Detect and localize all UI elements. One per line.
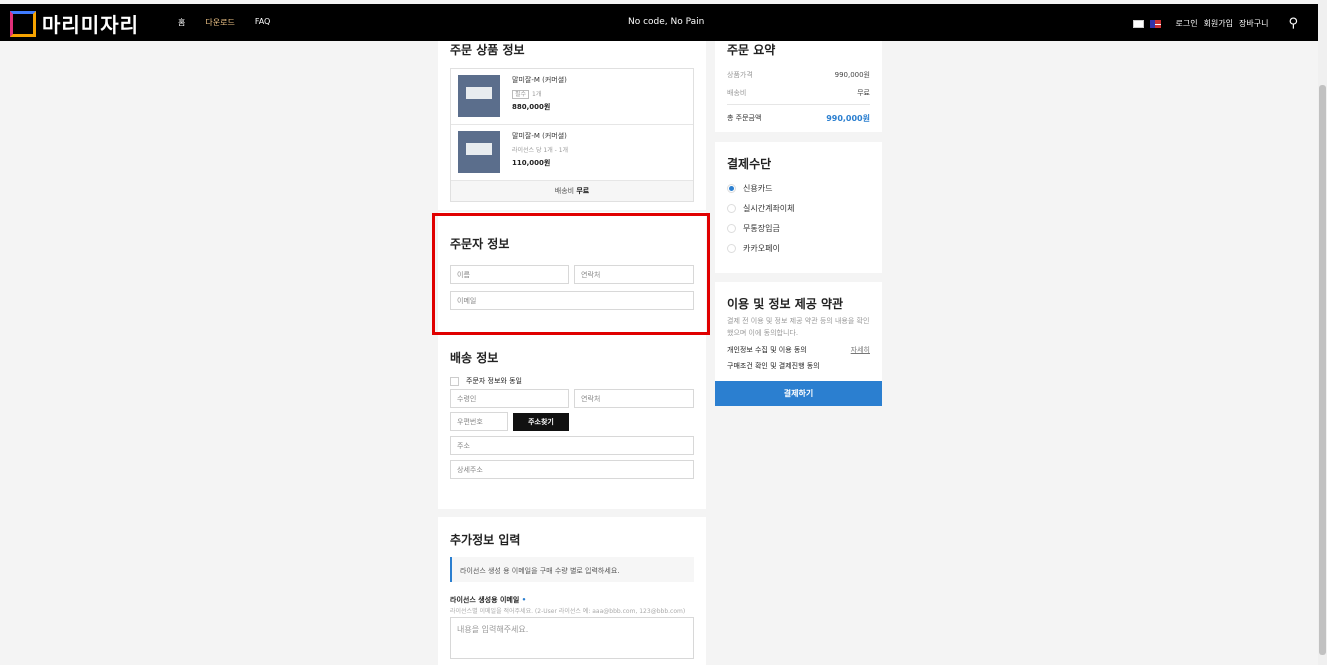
payment-option-card[interactable]: 신용카드	[727, 183, 870, 194]
product-thumbnail	[458, 131, 500, 173]
address-input[interactable]: 주소	[450, 436, 694, 455]
zipcode-input[interactable]: 우편번호	[450, 412, 508, 431]
terms-desc: 결제 전 이용 및 정보 제공 약관 등의 내용을 확인 했으며 이에 동의합니…	[727, 317, 870, 337]
shipping-label: 배송비	[554, 187, 575, 195]
terms-detail-link[interactable]: 자세히	[851, 345, 870, 355]
us-flag-icon[interactable]	[1150, 19, 1162, 28]
product-item: 말미잘-M (커머셜) 필수 1개 880,000원	[451, 69, 693, 125]
slogan: No code, No Pain	[628, 17, 705, 27]
price-value: 990,000원	[834, 71, 870, 79]
option-label: 무통장입금	[743, 224, 780, 233]
payment-option-transfer[interactable]: 실시간계좌이체	[727, 203, 870, 214]
order-products-card: 주문 상품 정보 말미잘-M (커머셜) 필수 1개 880,000원 말미잘-M (…	[438, 41, 706, 210]
recipient-input[interactable]: 수령인	[450, 389, 569, 408]
product-price: 880,000원	[512, 103, 551, 111]
terms-item: 구매조건 확인 및 결제진행 동의	[727, 362, 820, 370]
section-title: 이용 및 정보 제공 약관	[727, 297, 844, 311]
terms-card: 이용 및 정보 제공 약관 결제 전 이용 및 정보 제공 약관 등의 내용을 …	[715, 282, 882, 381]
required-mark: •	[521, 596, 527, 604]
product-qty: 1개	[532, 91, 542, 98]
radio[interactable]	[727, 204, 736, 213]
radio[interactable]	[727, 224, 736, 233]
license-email-textarea[interactable]: 내용을 입력해주세요.	[450, 617, 694, 659]
radio-selected[interactable]	[727, 184, 736, 193]
korea-flag-icon[interactable]	[1133, 19, 1145, 28]
required-tag: 필수	[512, 90, 530, 99]
pay-button[interactable]: 결제하기	[715, 381, 882, 406]
payment-option-kakaopay[interactable]: 카카오페이	[727, 243, 870, 254]
notice-box: 라이선스 생성 용 이메일을 구매 수량 별로 입력하세요.	[450, 557, 694, 582]
phone-input[interactable]: 연락처	[574, 265, 694, 284]
product-name: 말미잘-M (커머셜)	[512, 132, 567, 140]
top-nav: 마리미자리 홈 다운로드 FAQ No code, No Pain 로그인 회원…	[0, 4, 1318, 41]
product-thumbnail	[458, 75, 500, 117]
section-title: 추가정보 입력	[450, 533, 521, 547]
field-help: 라이선스별 이메일을 적어주세요. (2-User 라이선스 예: aaa@bb…	[450, 608, 686, 615]
ship-value: 무료	[857, 89, 870, 97]
field-label: 라이선스 생성용 이메일 •	[450, 595, 526, 605]
option-label: 카카오페이	[743, 244, 780, 253]
shipping-value: 무료	[576, 187, 590, 195]
payment-option-deposit[interactable]: 무통장입금	[727, 223, 870, 234]
section-title: 배송 정보	[450, 351, 499, 365]
extra-info-card: 추가정보 입력 라이선스 생성 용 이메일을 구매 수량 별로 입력하세요. 라…	[438, 517, 706, 665]
product-item: 말미잘-M (커머셜) 라이선스 당 1개 - 1개 110,000원	[451, 125, 693, 181]
scrollbar[interactable]	[1318, 0, 1327, 665]
field-label-text: 라이선스 생성용 이메일	[450, 596, 520, 604]
name-input[interactable]: 이름	[450, 265, 569, 284]
address-detail-input[interactable]: 상세주소	[450, 460, 694, 479]
logo[interactable]: 마리미자리	[10, 9, 139, 38]
product-name: 말미잘-M (커머셜)	[512, 76, 567, 84]
shipping-row: 배송비 무료	[451, 181, 693, 201]
total-value: 990,000원	[826, 114, 870, 123]
section-title: 주문 상품 정보	[450, 43, 525, 57]
find-address-button[interactable]: 주소찾기	[513, 413, 569, 431]
cart-link[interactable]: 장바구니	[1239, 18, 1268, 29]
nav-faq[interactable]: FAQ	[255, 17, 271, 28]
search-icon[interactable]: ⚲	[1288, 16, 1298, 31]
orderer-info-card: 주문자 정보 이름 연락처 이메일 배송 정보 주문자 정보와 동일 수령인 연…	[432, 212, 710, 509]
login-link[interactable]: 로그인	[1175, 18, 1197, 29]
price-label: 상품가격	[727, 71, 753, 79]
email-input[interactable]: 이메일	[450, 291, 694, 310]
checkbox[interactable]	[450, 376, 459, 386]
order-summary-card: 주문 요약 상품가격 990,000원 배송비 무료 총 주문금액 990,000원	[715, 41, 882, 132]
ship-label: 배송비	[727, 89, 747, 97]
terms-item: 개인정보 수집 및 이용 동의	[727, 346, 807, 354]
scrollbar-thumb[interactable]	[1319, 85, 1326, 655]
signup-link[interactable]: 회원가입	[1204, 18, 1233, 29]
section-title: 주문 요약	[727, 43, 776, 57]
payment-method-card: 결제수단 신용카드 실시간계좌이체 무통장입금 카카오페이	[715, 142, 882, 273]
option-label: 실시간계좌이체	[743, 204, 795, 213]
cube-logo-icon	[10, 10, 36, 37]
same-as-orderer[interactable]: 주문자 정보와 동일	[450, 376, 522, 386]
product-option: 라이선스 당 1개 - 1개	[512, 147, 569, 154]
total-label: 총 주문금액	[727, 114, 762, 122]
section-title: 주문자 정보	[450, 237, 510, 251]
checkbox-label: 주문자 정보와 동일	[466, 377, 522, 385]
nav-download[interactable]: 다운로드	[205, 17, 234, 28]
section-title: 결제수단	[727, 157, 772, 171]
nav-home[interactable]: 홈	[178, 17, 185, 28]
delivery-phone-input[interactable]: 연락처	[574, 389, 694, 408]
radio[interactable]	[727, 244, 736, 253]
logo-text: 마리미자리	[42, 13, 139, 37]
option-label: 신용카드	[743, 184, 773, 193]
product-price: 110,000원	[512, 159, 551, 167]
